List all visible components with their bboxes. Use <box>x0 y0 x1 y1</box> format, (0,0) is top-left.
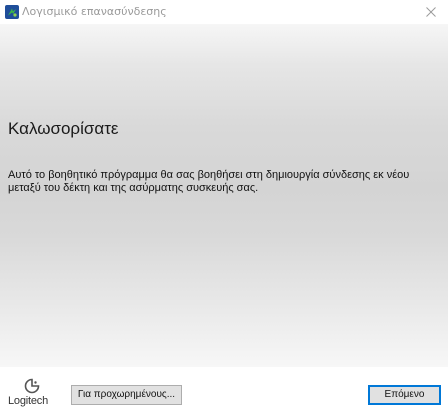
logitech-unifying-icon <box>5 5 19 19</box>
window-title: Λογισμικό επανασύνδεσης <box>22 5 167 18</box>
next-button[interactable]: Επόμενο <box>368 385 441 405</box>
wizard-content-panel: Καλωσορίσατε Αυτό το βοηθητικό πρόγραμμα… <box>0 24 448 367</box>
wizard-footer: Logitech Για προχωρημένους... Επόμενο <box>0 367 448 415</box>
reconnection-wizard-window: Λογισμικό επανασύνδεσης Καλωσορίσατε Αυτ… <box>0 0 448 415</box>
logitech-logo: Logitech <box>8 378 58 410</box>
welcome-description: Αυτό το βοηθητικό πρόγραμμα θα σας βοηθή… <box>8 169 410 194</box>
close-icon <box>426 7 436 17</box>
advanced-button[interactable]: Για προχωρημένους... <box>71 385 182 405</box>
logitech-logo-icon <box>23 378 41 394</box>
close-button[interactable] <box>420 1 442 23</box>
welcome-heading: Καλωσορίσατε <box>8 119 119 138</box>
title-bar: Λογισμικό επανασύνδεσης <box>0 0 448 24</box>
logitech-logo-text: Logitech <box>8 395 48 407</box>
